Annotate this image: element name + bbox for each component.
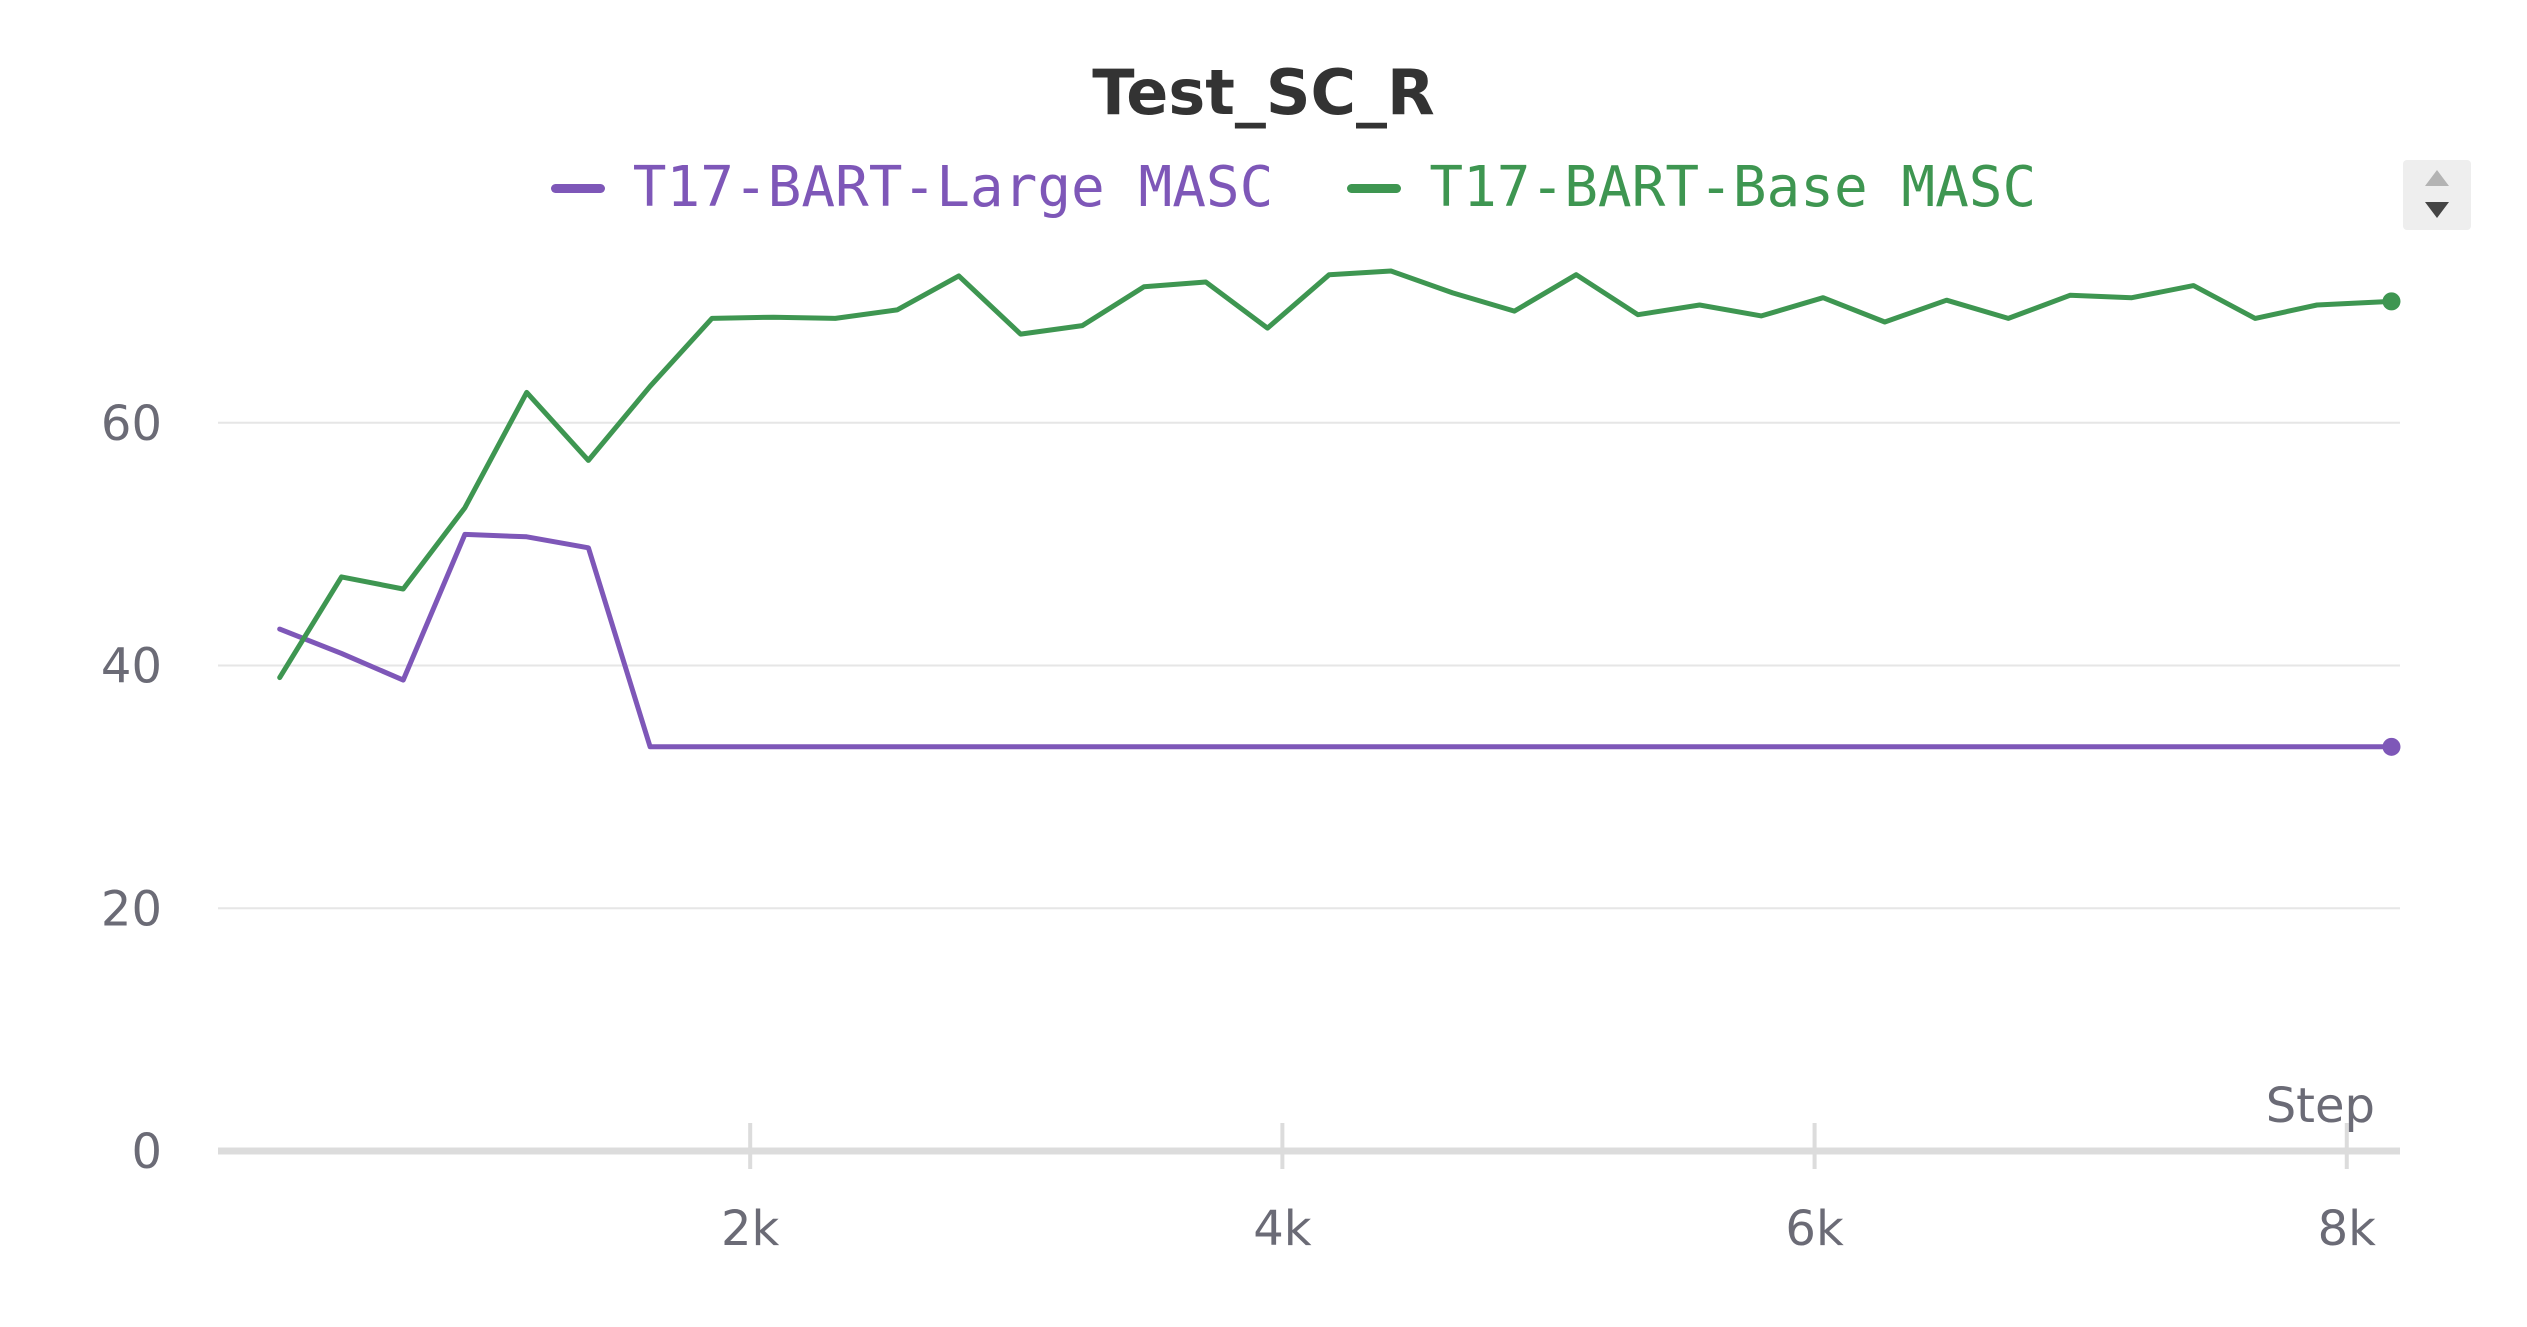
y-tick-label: 60 (101, 396, 162, 452)
x-tick-label: 6k (1785, 1201, 1844, 1257)
x-axis-title: Step (2266, 1078, 2375, 1134)
chart-root: Test_SC_R T17-BART-Large MASC T17-BART-B… (0, 0, 2527, 1327)
x-tick-label: 4k (1253, 1201, 1312, 1257)
series-end-point-0 (2382, 737, 2401, 756)
plot-area: 0 20 40 60 2k 4k 6k 8k Step (101, 268, 2401, 1257)
series-line-0 (277, 531, 2394, 750)
y-tick-label: 20 (101, 881, 162, 937)
x-tick-label: 2k (721, 1201, 780, 1257)
x-tick-label: 8k (2318, 1201, 2377, 1257)
series-end-point-1 (2382, 292, 2401, 311)
series-line-1 (277, 268, 2394, 681)
y-tick-label: 40 (101, 639, 162, 695)
y-tick-label: 0 (131, 1124, 162, 1180)
